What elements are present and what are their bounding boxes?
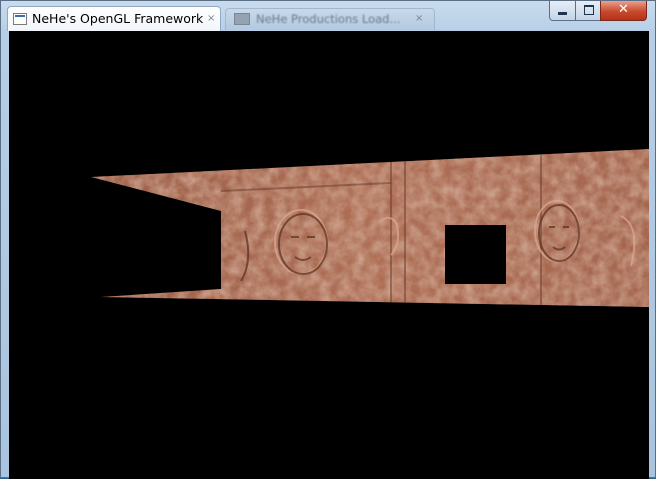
window-title: NeHe's OpenGL Framework [32, 11, 204, 26]
tab-inactive[interactable]: NeHe Productions Load... × [225, 8, 435, 30]
app-window: NeHe's OpenGL Framework × NeHe Productio… [0, 0, 656, 479]
minimize-icon [558, 12, 567, 15]
close-button[interactable]: ✕ [600, 1, 647, 21]
page-favicon-icon [234, 13, 250, 25]
opengl-viewport[interactable] [9, 31, 649, 479]
wall-hole [445, 225, 506, 284]
app-window-icon [13, 13, 27, 25]
inactive-tab-title: NeHe Productions Load... [256, 12, 401, 26]
maximize-icon [584, 5, 594, 15]
tab-active[interactable]: NeHe's OpenGL Framework × [7, 6, 221, 31]
textured-wall [91, 149, 649, 307]
inactive-tab-close-icon[interactable]: × [415, 13, 423, 24]
title-bar[interactable]: NeHe's OpenGL Framework × NeHe Productio… [1, 1, 655, 31]
close-icon: ✕ [618, 2, 629, 17]
minimize-button[interactable] [549, 1, 576, 21]
tab-close-icon[interactable]: × [207, 13, 215, 24]
maximize-button[interactable] [575, 1, 601, 21]
render-scene [91, 149, 649, 307]
